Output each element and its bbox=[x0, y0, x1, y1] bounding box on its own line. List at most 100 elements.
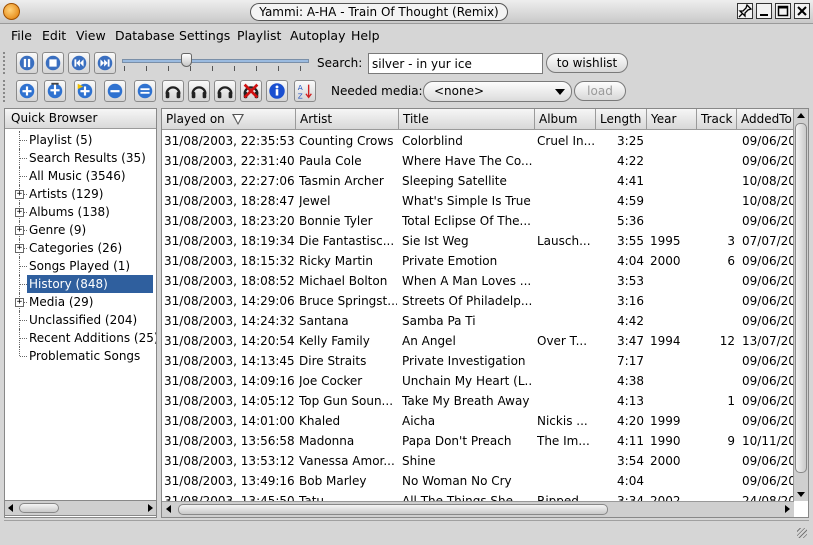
menu-autoplay[interactable]: Autoplay bbox=[290, 28, 346, 43]
menu-help[interactable]: Help bbox=[351, 28, 380, 43]
table-row[interactable]: 31/08/2003, 18:19:34 Die Fantastisc... Sie… bbox=[162, 231, 794, 251]
table-row[interactable]: 31/08/2003, 18:23:20 Bonnie Tyler Total Ec… bbox=[162, 211, 794, 231]
quick-browser-item[interactable]: + Genre (9) bbox=[5, 221, 156, 239]
maximize-icon[interactable] bbox=[775, 3, 791, 19]
scroll-down-icon[interactable] bbox=[796, 489, 806, 499]
scroll-right-icon[interactable] bbox=[782, 504, 792, 514]
menu-file[interactable]: File bbox=[11, 28, 32, 43]
quick-browser-item[interactable]: + Artists (129) bbox=[5, 185, 156, 203]
column-header-artist[interactable]: Artist bbox=[296, 109, 399, 130]
load-button[interactable]: load bbox=[574, 81, 626, 101]
table-row[interactable]: 31/08/2003, 13:56:58 Madonna Papa Don't Pr… bbox=[162, 431, 794, 451]
quick-browser-item[interactable]: Songs Played (1) bbox=[5, 257, 156, 275]
quick-browser-item[interactable]: + Categories (26) bbox=[5, 239, 156, 257]
quick-browser-item[interactable]: + Media (29) bbox=[5, 293, 156, 311]
expand-icon[interactable]: + bbox=[15, 226, 24, 235]
toolbar-grip-2[interactable] bbox=[3, 80, 9, 102]
table-row[interactable]: 31/08/2003, 18:28:47 Jewel What's Simple I… bbox=[162, 191, 794, 211]
table-row[interactable]: 31/08/2003, 13:53:12 Vanessa Amor... Shine… bbox=[162, 451, 794, 471]
to-wishlist-button[interactable]: to wishlist bbox=[546, 53, 628, 73]
scrollbar-thumb[interactable] bbox=[178, 504, 608, 515]
scrollbar-thumb[interactable] bbox=[19, 503, 59, 513]
scroll-up-icon[interactable] bbox=[796, 111, 806, 121]
slider-handle[interactable] bbox=[181, 53, 192, 67]
quick-browser-item[interactable]: All Music (3546) bbox=[5, 167, 156, 185]
scroll-right-icon[interactable] bbox=[145, 503, 155, 513]
minimize-icon[interactable] bbox=[756, 3, 772, 19]
prelisten-middle-button[interactable] bbox=[188, 80, 210, 102]
quick-browser-header[interactable]: Quick Browser bbox=[5, 109, 156, 129]
table-horizontal-scrollbar[interactable] bbox=[162, 501, 794, 517]
column-header-title[interactable]: Title bbox=[399, 109, 535, 130]
table-row[interactable]: 31/08/2003, 22:31:40 Paula Cole Where Have… bbox=[162, 151, 794, 171]
menu-edit[interactable]: Edit bbox=[42, 28, 66, 43]
resize-grip-icon[interactable] bbox=[797, 528, 807, 538]
prelisten-end-button[interactable] bbox=[214, 80, 236, 102]
stop-button[interactable] bbox=[42, 52, 64, 74]
column-header-track[interactable]: Track bbox=[697, 109, 737, 130]
cell-length: 4:11 bbox=[617, 434, 644, 448]
prelisten-start-button[interactable] bbox=[162, 80, 184, 102]
expand-icon[interactable]: + bbox=[15, 190, 24, 199]
table-row[interactable]: 31/08/2003, 14:09:16 Joe Cocker Unchain My… bbox=[162, 371, 794, 391]
table-row[interactable]: 31/08/2003, 18:15:32 Ricky Martin Private … bbox=[162, 251, 794, 271]
column-header-length[interactable]: Length bbox=[596, 109, 647, 130]
table-row[interactable]: 31/08/2003, 14:13:45 Dire Straits Private … bbox=[162, 351, 794, 371]
expand-icon[interactable]: + bbox=[15, 244, 24, 253]
needed-media-select[interactable]: <none> bbox=[423, 81, 572, 102]
table-vertical-scrollbar[interactable] bbox=[793, 109, 808, 501]
table-row[interactable]: 31/08/2003, 14:01:00 Khaled Aicha Nickis ..… bbox=[162, 411, 794, 431]
quick-browser-scrollbar[interactable] bbox=[4, 500, 157, 516]
play-now-button[interactable] bbox=[74, 80, 96, 102]
skip-back-button[interactable] bbox=[68, 52, 90, 74]
sort-button[interactable]: AZ bbox=[294, 80, 316, 102]
expand-icon[interactable]: + bbox=[15, 208, 24, 217]
menu-view[interactable]: View bbox=[76, 28, 106, 43]
quick-browser-item[interactable]: Search Results (35) bbox=[5, 149, 156, 167]
menu-database[interactable]: Database bbox=[115, 28, 175, 43]
table-row[interactable]: 31/08/2003, 22:35:53 Counting Crows Colorb… bbox=[162, 131, 794, 151]
quick-browser-item[interactable]: Problematic Songs bbox=[5, 347, 156, 365]
scroll-left-icon[interactable] bbox=[164, 504, 174, 514]
enqueue-as-next-button[interactable] bbox=[44, 80, 66, 102]
scroll-left-icon[interactable] bbox=[6, 503, 16, 513]
cell-length: 3:16 bbox=[617, 294, 644, 308]
close-icon[interactable] bbox=[794, 3, 810, 19]
menu-playlist[interactable]: Playlist bbox=[237, 28, 281, 43]
expand-icon[interactable]: + bbox=[15, 298, 24, 307]
search-input[interactable] bbox=[368, 53, 543, 74]
pin-icon[interactable] bbox=[737, 3, 753, 19]
scrollbar-thumb[interactable] bbox=[795, 123, 807, 473]
quick-browser-item[interactable]: History (848) bbox=[5, 275, 156, 293]
enqueue-button[interactable] bbox=[16, 80, 38, 102]
quick-browser-item[interactable]: Unclassified (204) bbox=[5, 311, 156, 329]
table-row[interactable]: 31/08/2003, 14:20:54 Kelly Family An Angel… bbox=[162, 331, 794, 351]
table-row[interactable]: 31/08/2003, 18:08:52 Michael Bolton When A… bbox=[162, 271, 794, 291]
column-header-added-to[interactable]: AddedTo bbox=[737, 109, 794, 130]
table-row[interactable]: 31/08/2003, 14:05:12 Top Gun Soun... Take … bbox=[162, 391, 794, 411]
prelisten-middle-icon bbox=[191, 86, 207, 99]
dequeue-button[interactable] bbox=[104, 80, 126, 102]
quick-browser-item[interactable]: Playlist (5) bbox=[5, 131, 156, 149]
column-header-year[interactable]: Year bbox=[647, 109, 697, 130]
table-row[interactable]: 31/08/2003, 14:24:32 Santana Samba Pa Ti 4:… bbox=[162, 311, 794, 331]
cell-added-to: 07/07/20 bbox=[742, 234, 794, 248]
dequeue-all-button[interactable] bbox=[134, 80, 156, 102]
tree-line bbox=[20, 158, 27, 159]
song-position-slider[interactable] bbox=[122, 59, 309, 63]
toolbar-grip[interactable] bbox=[3, 52, 9, 74]
app-icon[interactable] bbox=[3, 3, 20, 20]
table-row[interactable]: 31/08/2003, 13:49:16 Bob Marley No Woman N… bbox=[162, 471, 794, 491]
table-row[interactable]: 31/08/2003, 14:29:06 Bruce Springst... Str… bbox=[162, 291, 794, 311]
table-row[interactable]: 31/08/2003, 22:27:06 Tasmin Archer Sleepin… bbox=[162, 171, 794, 191]
menu-settings[interactable]: Settings bbox=[179, 28, 230, 43]
cell-track: 3 bbox=[727, 234, 735, 248]
delete-song-button[interactable] bbox=[240, 80, 262, 102]
song-info-button[interactable] bbox=[266, 80, 288, 102]
pause-button[interactable] bbox=[16, 52, 38, 74]
column-header-played-on[interactable]: Played on bbox=[162, 109, 296, 130]
column-header-album[interactable]: Album bbox=[535, 109, 596, 130]
quick-browser-item[interactable]: Recent Additions (25) bbox=[5, 329, 156, 347]
skip-forward-button[interactable] bbox=[94, 52, 116, 74]
quick-browser-item[interactable]: + Albums (138) bbox=[5, 203, 156, 221]
